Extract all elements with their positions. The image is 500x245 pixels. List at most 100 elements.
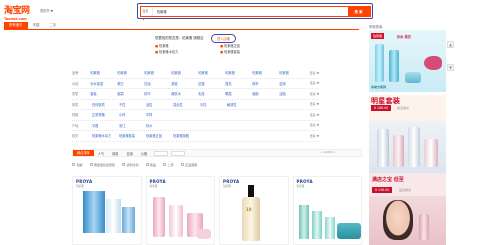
option-checkbox[interactable]: 新品	[145, 163, 156, 167]
attribute-value[interactable]: 珀莱雅	[225, 70, 252, 75]
side-ad[interactable]: 珀莱雅 补水·美白 水动力系列	[369, 30, 446, 92]
attribute-value[interactable]: 干性	[119, 102, 146, 107]
more-button[interactable]: 更多 ▼	[306, 71, 319, 75]
attribute-row: 规格 正常规格 小样 中样 更多 ▼	[72, 110, 319, 121]
bullet-icon: ■	[155, 50, 159, 54]
tab-tmall[interactable]: 天猫	[28, 22, 45, 29]
region-selector[interactable]: 重庆市 ▼	[40, 8, 53, 13]
more-button[interactable]: 更多 ▼	[305, 134, 319, 138]
attribute-value[interactable]: 提亮	[225, 81, 252, 86]
checkbox-icon	[180, 163, 184, 166]
attribute-value[interactable]: 精华	[144, 91, 171, 96]
attribute-value[interactable]: 洁面	[279, 91, 306, 96]
enter-shop-button[interactable]: 进入店铺	[211, 34, 236, 43]
price-min-input[interactable]	[154, 150, 169, 156]
attribute-value[interactable]: 补水保湿	[90, 81, 117, 86]
tab-secondhand[interactable]: 二手	[44, 22, 61, 29]
attribute-value[interactable]: 浙江	[119, 123, 146, 128]
option-checkbox[interactable]: 赠送退货运费险	[89, 163, 115, 167]
attribute-value[interactable]: 紧致	[171, 81, 198, 86]
product-bottle-image	[389, 50, 399, 82]
attribute-value[interactable]: 珀莱雅	[252, 70, 279, 75]
attribute-row: 肤质 任何肤质 干性 油性 混合性 中性 敏感性 更多 ▼	[72, 100, 319, 110]
checkbox-icon	[122, 163, 126, 166]
recommend-link[interactable]: ■珀莱雅水动力	[155, 49, 178, 54]
attribute-value[interactable]: 滋润	[279, 81, 306, 86]
attribute-label: 功效	[72, 81, 79, 86]
attribute-value[interactable]: 敏感性	[227, 102, 254, 107]
more-button[interactable]: 更多 ▼	[306, 92, 319, 96]
scroll-up-button[interactable]: ▲	[447, 41, 454, 48]
option-checkbox[interactable]: 二手	[163, 163, 174, 167]
attribute-value[interactable]: 抗皱	[198, 81, 225, 86]
more-button[interactable]: 更多 ▼	[305, 123, 319, 127]
more-button[interactable]: 更多 ▼	[306, 81, 319, 85]
side-ad[interactable]	[369, 121, 446, 173]
attribute-value[interactable]: 珀莱雅	[144, 70, 171, 75]
attribute-value[interactable]: 中样	[146, 112, 173, 117]
scroll-down-button[interactable]: ▼	[447, 64, 454, 71]
recommend-link[interactable]: ■珀莱雅套装	[220, 49, 240, 54]
recommend-link[interactable]: ■珀莱雅	[155, 43, 169, 48]
attribute-value[interactable]: 油性	[146, 102, 173, 107]
attribute-value[interactable]: 珀莱雅旗舰	[173, 133, 200, 138]
attribute-value[interactable]: 套装	[90, 91, 117, 96]
attribute-value[interactable]: 珀莱雅正品	[146, 133, 173, 138]
product-box-image	[83, 191, 105, 233]
attribute-value[interactable]: 面霜	[117, 91, 144, 96]
pager[interactable]: < 1/100 >	[320, 150, 336, 154]
attribute-value[interactable]: 珀莱雅	[90, 70, 117, 75]
side-ad[interactable]: 满店之宝 低至 ¥ 158.00 最近成交	[369, 173, 446, 196]
attribute-value[interactable]: 珀莱雅水动力	[92, 133, 119, 138]
search-scope-dropdown[interactable]: 宝贝 ▼	[141, 6, 153, 21]
side-ad[interactable]	[369, 196, 446, 245]
option-checkbox[interactable]: 正品保障	[180, 163, 197, 167]
attribute-value[interactable]: 小样	[119, 112, 146, 117]
tab-all[interactable]: 所有宝贝	[4, 22, 28, 29]
sort-credit[interactable]: 信用	[123, 151, 137, 156]
attribute-value[interactable]: 珀莱雅	[117, 70, 144, 75]
attribute-value[interactable]: 珀莱雅	[171, 70, 198, 75]
attribute-value[interactable]: 爽肤水	[171, 91, 198, 96]
side-ads-title: 掌柜热卖	[369, 25, 383, 29]
recommend-link[interactable]: ■珀莱雅正品	[220, 43, 240, 48]
attribute-row: 功效 补水保湿 美白 控油 紧致 抗皱 提亮 修护 滋润 更多 ▼	[72, 79, 319, 89]
more-button[interactable]: 更多 ▼	[305, 102, 319, 106]
sort-default[interactable]: 综合排序	[73, 149, 94, 157]
side-ad[interactable]: 明星套装 ¥ 186.00 最近成交	[369, 95, 446, 121]
attribute-value[interactable]: 美白	[117, 81, 144, 86]
taobao-logo[interactable]: 淘宝网 Taobao.com	[4, 7, 37, 22]
attribute-value[interactable]: 面膜	[252, 91, 279, 96]
attribute-value[interactable]: 中国	[92, 123, 119, 128]
attribute-value[interactable]: 中性	[200, 102, 227, 107]
attribute-value[interactable]: 混合性	[173, 102, 200, 107]
sort-popularity[interactable]: 人气	[94, 151, 108, 156]
attribute-value[interactable]: 任何肤质	[92, 102, 119, 107]
sort-price[interactable]: 价格	[137, 151, 151, 156]
attribute-value[interactable]: 珀莱雅套装	[119, 133, 146, 138]
attribute-row: 产地 中国 浙江 杭州 更多 ▼	[72, 121, 319, 131]
filter-options: 包邮 赠送退货运费险 货到付款 新品 二手 正品保障	[72, 161, 362, 168]
option-checkbox[interactable]: 包邮	[72, 163, 83, 167]
search-input[interactable]	[152, 6, 348, 16]
option-checkbox[interactable]: 货到付款	[122, 163, 139, 167]
product-card[interactable]: PROYA 珀莱雅	[72, 176, 142, 245]
brand-sublabel: 珀莱雅	[149, 185, 158, 188]
attribute-value[interactable]: 乳液	[198, 91, 225, 96]
attribute-value[interactable]: 珀莱雅	[279, 70, 306, 75]
search-button[interactable]: 搜 索	[347, 6, 370, 16]
product-card[interactable]: PROYA 珀莱雅 10	[219, 176, 289, 245]
attribute-value[interactable]: 珀莱雅	[198, 70, 225, 75]
attribute-value[interactable]: 眼霜	[225, 91, 252, 96]
attribute-value[interactable]: 杭州	[146, 123, 173, 128]
sort-sales[interactable]: 销量	[108, 151, 122, 156]
product-card[interactable]: PROYA 珀莱雅	[145, 176, 215, 245]
more-button[interactable]: 更多 ▼	[305, 113, 319, 117]
attribute-value[interactable]: 正常规格	[92, 112, 119, 117]
product-card[interactable]: PROYA 珀莱雅	[292, 176, 362, 245]
product-grid: PROYA 珀莱雅 PROYA 珀莱雅 PROYA 珀莱雅 10 PROYA 珀…	[72, 176, 362, 245]
price-max-input[interactable]	[171, 150, 186, 156]
attribute-value[interactable]: 修护	[252, 81, 279, 86]
attribute-value[interactable]: 控油	[144, 81, 171, 86]
brand-sublabel: 珀莱雅	[223, 185, 231, 188]
